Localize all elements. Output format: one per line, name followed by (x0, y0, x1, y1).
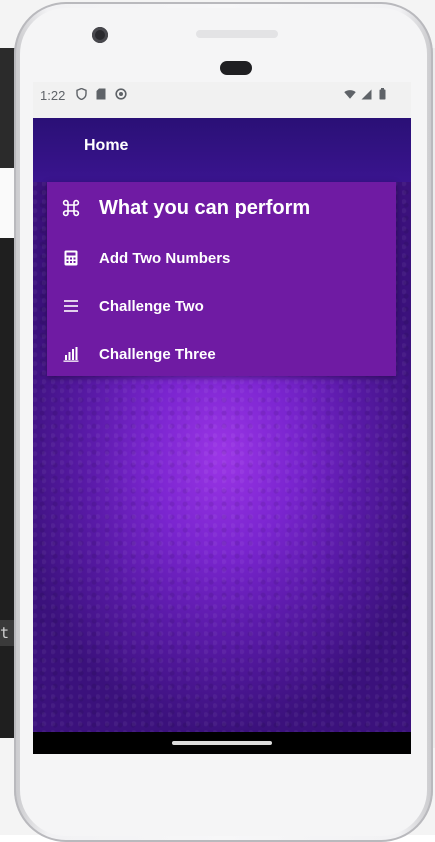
home-gesture-handle[interactable] (172, 741, 272, 745)
navigation-bar (33, 732, 411, 754)
app-content: Home What you can perform Add Two Number… (33, 118, 411, 732)
shield-icon (75, 88, 87, 100)
menu-item-label: Challenge Two (99, 297, 204, 315)
app-bar: Home (33, 118, 411, 182)
front-camera (92, 27, 108, 43)
earpiece-speaker (196, 30, 278, 38)
phone-screen: 1:22 Home What you can perform Add Two N… (33, 82, 411, 754)
status-time: 1:22 (40, 88, 66, 103)
wifi-icon (344, 88, 356, 100)
menu-header-label: What you can perform (99, 196, 311, 219)
cell-signal-icon (360, 88, 372, 100)
calculator-icon (62, 249, 80, 267)
menu-item-label: Challenge Three (99, 345, 216, 363)
battery-icon (376, 88, 388, 100)
sd-card-icon (95, 88, 107, 100)
page-title: Home (84, 137, 129, 154)
menu-item-challenge-two[interactable]: Challenge Two (47, 282, 396, 330)
list-icon (62, 297, 80, 315)
menu-header: What you can perform (47, 182, 396, 234)
circle-status-icon (115, 88, 127, 100)
menu-item-add-two-numbers[interactable]: Add Two Numbers (47, 234, 396, 282)
bar-chart-icon (62, 345, 80, 363)
menu-item-challenge-three[interactable]: Challenge Three (47, 330, 396, 378)
menu-card: What you can perform Add Two Numbers Cha… (47, 182, 396, 376)
menu-item-label: Add Two Numbers (99, 249, 231, 267)
proximity-sensor (220, 61, 252, 75)
status-bar: 1:22 (33, 82, 411, 118)
command-icon (62, 199, 80, 217)
